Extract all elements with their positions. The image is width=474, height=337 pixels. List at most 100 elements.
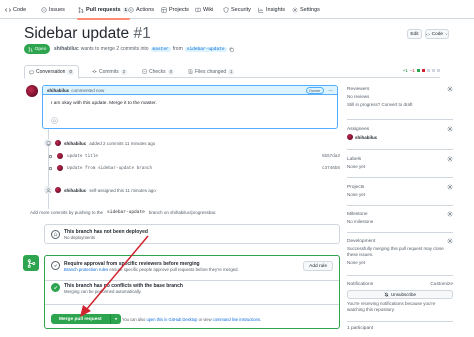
sidebar-labels: Labels None yet	[347, 156, 453, 178]
diffstat-deletions: −1	[409, 68, 415, 73]
avatar[interactable]	[26, 85, 38, 97]
comment-author[interactable]: shihabiluc	[47, 88, 69, 93]
diffstat: +1 −1	[403, 68, 440, 73]
nav-insights[interactable]: Insights	[258, 5, 285, 15]
sidebar-reviewers-value: No reviews	[347, 94, 370, 99]
code-dropdown-button[interactable]: Code	[425, 29, 449, 39]
sidebar-assignees-label: Assignees	[347, 126, 370, 132]
merge-alt-prefix: You can also	[122, 317, 146, 322]
pr-tabs: Conversation 0 Commits 2 Checks 0 Files …	[24, 65, 440, 79]
convert-to-draft-link[interactable]: Still in progress? Convert to draft	[347, 102, 453, 108]
repo-push-icon	[44, 139, 52, 147]
table-icon	[161, 7, 167, 13]
kebab-icon[interactable]: ···	[329, 88, 334, 93]
pr-meta-text: wants to merge 2 commits into	[80, 46, 149, 52]
base-branch[interactable]: master	[150, 46, 171, 52]
comment-body: I am okay with this update. Merge it to …	[51, 101, 157, 106]
avatar[interactable]	[57, 153, 63, 159]
merge-pull-request-button[interactable]: Merge pull request	[51, 314, 111, 324]
tab-conversation-label: Conversation	[36, 69, 66, 75]
edit-button[interactable]: Edit	[407, 29, 422, 39]
nav-wiki[interactable]: Wiki	[195, 5, 213, 15]
comment-icon	[29, 70, 34, 75]
assignee[interactable]: shihabiluc	[347, 134, 453, 140]
commit-row: update title 5b57da3	[48, 153, 340, 159]
nav-issues[interactable]: Issues	[41, 5, 65, 15]
bell-slash-icon	[384, 292, 389, 297]
commit-icon	[48, 166, 53, 170]
sidebar-notifications-note: You're receiving notifications because y…	[347, 301, 436, 312]
github-desktop-link[interactable]: open this in GitHub Desktop	[146, 317, 197, 322]
avatar[interactable]	[55, 187, 61, 193]
customize-link[interactable]: Customize	[430, 282, 453, 287]
review-rule-row: Require approval from specific reviewers…	[45, 261, 339, 281]
gear-icon[interactable]	[447, 211, 453, 217]
pr-title-text: Sidebar update	[24, 25, 130, 42]
sidebar-labels-label: Labels	[347, 156, 362, 162]
nav-projects-label: Projects	[169, 7, 189, 13]
assignee-name: shihabiluc	[355, 134, 378, 140]
sidebar-labels-value: None yet	[347, 164, 366, 169]
file-diff-icon	[188, 69, 193, 74]
merge-alt-suffix: .	[260, 317, 262, 322]
tab-files-changed[interactable]: Files changed 1	[184, 65, 238, 78]
push-note: Add more commits by pushing to the sideb…	[30, 210, 216, 215]
gear-icon[interactable]	[447, 156, 453, 162]
nav-pull-requests[interactable]: Pull requests 1	[76, 5, 131, 20]
event-author[interactable]: shihabiluc	[64, 188, 86, 193]
sidebar-development-value: Successfully merging this pull request m…	[347, 246, 444, 257]
merge-alt-mid: or view	[198, 317, 212, 322]
commit-sha[interactable]: c3746b6	[322, 166, 340, 171]
add-rule-button[interactable]: Add rule	[303, 261, 333, 271]
tab-conversation[interactable]: Conversation 0	[24, 65, 79, 79]
event-author[interactable]: shihabiluc	[64, 141, 86, 146]
smiley-icon[interactable]: ☺	[51, 117, 58, 124]
nav-actions-label: Actions	[136, 7, 155, 13]
gear-icon[interactable]	[447, 86, 453, 92]
nav-actions[interactable]: Actions	[128, 5, 154, 15]
nav-projects[interactable]: Projects	[161, 5, 189, 15]
pull-request-icon	[28, 46, 33, 52]
avatar[interactable]	[55, 140, 61, 146]
push-note-suffix: branch on shihabiluc/progressbar.	[148, 210, 217, 215]
comment-timestamp[interactable]: commented now	[71, 88, 104, 93]
commit-message[interactable]: Update from sidebar-update branch	[67, 166, 152, 171]
code-button-label: Code	[431, 31, 444, 37]
tab-commits[interactable]: Commits 2	[88, 65, 131, 78]
head-branch[interactable]: sidebar-update	[184, 46, 227, 52]
gear-icon[interactable]	[447, 238, 453, 244]
tab-checks[interactable]: Checks 0	[138, 65, 178, 78]
nav-code-label: Code	[13, 7, 27, 13]
event-text: self-assigned this 11 minutes ago	[89, 187, 156, 193]
merge-method-dropdown[interactable]	[110, 314, 121, 324]
nav-settings-label: Settings	[300, 7, 320, 13]
commit-sha[interactable]: 5b57da3	[322, 154, 340, 159]
push-note-branch: sidebar-update	[107, 210, 145, 215]
chevron-down-icon	[114, 318, 118, 320]
nav-code[interactable]: Code	[5, 5, 26, 15]
tab-checks-count: 0	[167, 68, 175, 75]
tab-files-label: Files changed	[195, 68, 227, 75]
tab-files-count: 1	[228, 68, 235, 75]
nav-security[interactable]: Security	[223, 5, 251, 15]
commit-icon	[92, 70, 97, 73]
tab-commits-count: 2	[120, 68, 128, 75]
shield-icon	[223, 7, 229, 13]
pr-author-link[interactable]: shihabiluc	[54, 46, 79, 52]
branch-protection-link[interactable]: Branch protection rules	[64, 267, 108, 272]
play-icon	[128, 7, 134, 13]
gear-icon[interactable]	[447, 126, 453, 132]
commit-message[interactable]: update title	[67, 154, 98, 159]
nav-wiki-label: Wiki	[203, 7, 214, 13]
status-badge: Open	[24, 44, 50, 54]
avatar[interactable]	[57, 165, 63, 171]
nav-settings[interactable]: Settings	[292, 5, 320, 15]
diffstat-block	[432, 69, 435, 72]
graph-icon	[258, 7, 264, 13]
command-line-link[interactable]: command line instructions	[213, 317, 260, 322]
conflict-row: This branch has no conflicts with the ba…	[45, 283, 339, 305]
unsubscribe-button[interactable]: Unsubscribe	[347, 290, 453, 299]
gear-icon[interactable]	[447, 184, 453, 190]
copy-icon[interactable]	[229, 47, 234, 52]
diffstat-additions: +1	[402, 68, 408, 73]
